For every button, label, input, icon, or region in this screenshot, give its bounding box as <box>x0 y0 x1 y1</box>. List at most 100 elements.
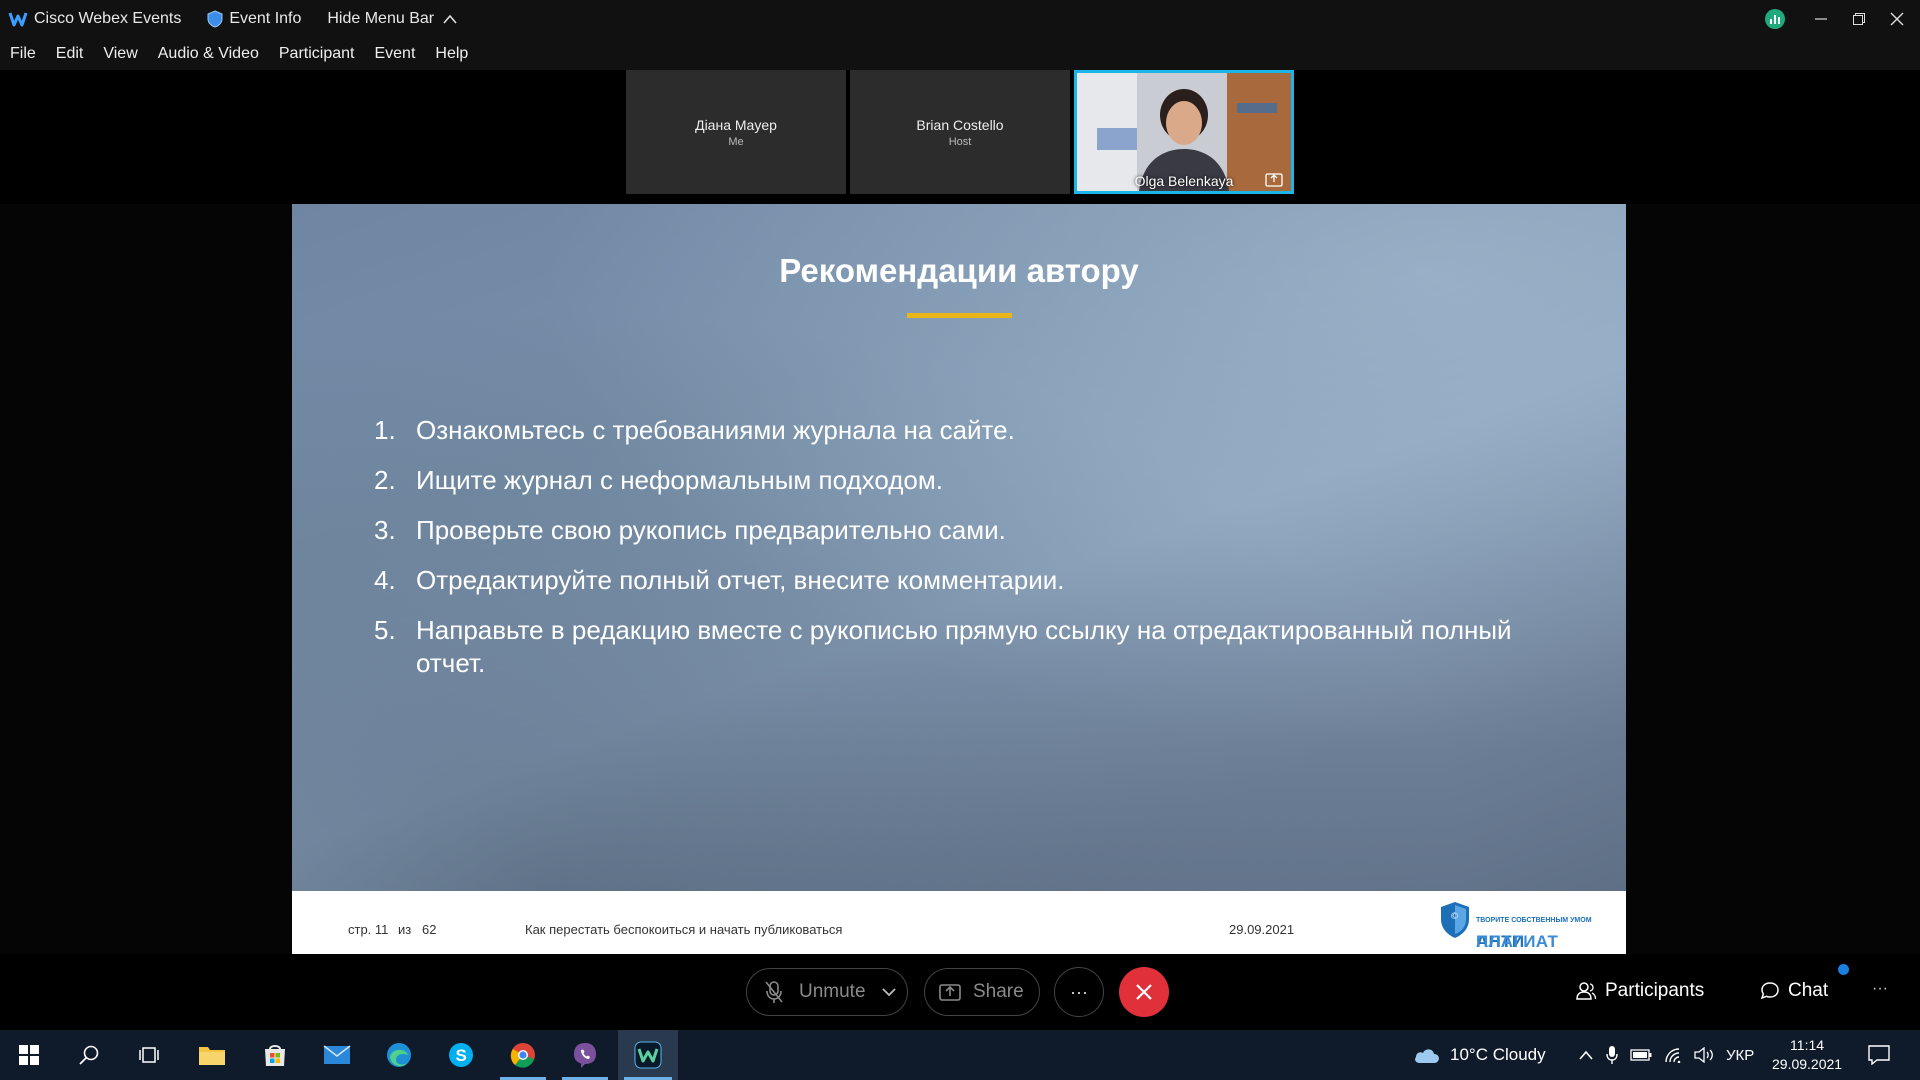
list-item: 4. Отредактируйте полный отчет, внесите к… <box>374 564 1534 597</box>
menu-edit[interactable]: Edit <box>56 45 84 63</box>
video-tile-active-speaker[interactable]: Olga Belenkaya <box>1074 70 1294 194</box>
webex-taskbar-button[interactable] <box>618 1030 678 1080</box>
activity-indicator-icon <box>1756 0 1794 38</box>
participants-panel-button[interactable]: Participants <box>1575 980 1704 1002</box>
event-info-button[interactable]: Event Info <box>207 10 301 28</box>
overflow-menu-button[interactable]: ··· <box>1872 980 1888 998</box>
list-number: 5. <box>374 615 396 645</box>
close-icon <box>1136 984 1152 1000</box>
viber-icon <box>574 1043 596 1068</box>
list-text: Отредактируйте полный отчет, внесите ком… <box>416 565 1065 595</box>
chat-unread-dot <box>1838 964 1849 975</box>
list-text: Проверьте свою рукопись предварительно с… <box>416 515 1006 545</box>
chevron-up-icon[interactable] <box>1578 1049 1594 1061</box>
page-total: 62 <box>422 922 437 937</box>
participant-role: Host <box>948 135 972 148</box>
battery-icon[interactable] <box>1630 1048 1652 1062</box>
microphone-muted-icon <box>765 981 783 1003</box>
notification-icon <box>1868 1045 1890 1065</box>
participant-role: Me <box>728 135 744 148</box>
mail-button[interactable] <box>308 1030 366 1080</box>
start-button[interactable] <box>0 1030 58 1080</box>
wifi-icon[interactable] <box>1664 1047 1684 1063</box>
share-button[interactable]: Share <box>924 968 1040 1016</box>
list-number: 2. <box>374 465 396 495</box>
close-button[interactable] <box>1878 0 1916 38</box>
page-label: стр. 11 <box>348 922 389 937</box>
shield-icon <box>207 10 223 28</box>
video-tile-me[interactable]: Діана Mayep Me <box>626 70 846 194</box>
menu-file[interactable]: File <box>10 45 36 63</box>
clock-date: 29.09.2021 <box>1772 1056 1843 1072</box>
leave-meeting-button[interactable] <box>1119 967 1169 1017</box>
chevron-down-icon[interactable] <box>881 987 896 997</box>
list-text: Направьте в редакцию вместе с рукописью … <box>416 615 1512 678</box>
clock[interactable]: 11:14 29.09.2021 <box>1772 1030 1842 1080</box>
video-tile-host[interactable]: Brian Costello Host <box>850 70 1070 194</box>
skype-button[interactable]: S <box>432 1030 490 1080</box>
menu-participant[interactable]: Participant <box>279 45 355 63</box>
menu-event[interactable]: Event <box>374 45 415 63</box>
file-explorer-button[interactable] <box>183 1030 241 1080</box>
minimize-button[interactable] <box>1802 0 1840 38</box>
slide-list: 1. Ознакомьтесь с требованиями журнала на… <box>374 414 1534 697</box>
notifications-button[interactable] <box>1868 1030 1890 1080</box>
hide-menu-bar-button[interactable]: Hide Menu Bar <box>327 10 464 28</box>
weather-widget[interactable]: 10°C Cloudy <box>1412 1030 1546 1080</box>
participants-label: Participants <box>1605 980 1705 1001</box>
microphone-icon[interactable] <box>1606 1045 1618 1065</box>
share-screen-icon <box>1265 173 1283 187</box>
volume-icon[interactable] <box>1694 1047 1714 1063</box>
weather-text: 10°C Cloudy <box>1450 1045 1546 1064</box>
microsoft-store-button[interactable] <box>246 1030 304 1080</box>
unmute-button[interactable]: Unmute <box>746 968 908 1016</box>
window-controls <box>1756 0 1920 38</box>
title-bar: Cisco Webex Events Event Info Hide Menu … <box>0 0 1920 38</box>
shared-content-stage: Рекомендации автору 1. Ознакомьтесь с тре… <box>0 204 1920 954</box>
search-icon <box>79 1045 99 1065</box>
meeting-controls: Unmute Share ··· Participants Chat ··· <box>0 954 1920 1030</box>
app-name: Cisco Webex Events <box>34 10 182 27</box>
edge-browser-button[interactable] <box>370 1030 428 1080</box>
menu-help[interactable]: Help <box>435 45 468 63</box>
svg-text:S: S <box>456 1046 467 1065</box>
participant-name: Brian Costello <box>916 116 1004 133</box>
list-number: 3. <box>374 515 396 545</box>
windows-logo-icon <box>19 1045 39 1065</box>
participant-name: Olga Belenkaya <box>1134 173 1234 189</box>
chat-label: Chat <box>1788 980 1829 1001</box>
chrome-button[interactable] <box>494 1030 552 1080</box>
clock-time: 11:14 <box>1790 1037 1825 1053</box>
menu-audio-video[interactable]: Audio & Video <box>158 45 259 63</box>
more-options-label: ··· <box>1070 981 1088 1002</box>
viber-button[interactable] <box>556 1030 614 1080</box>
restore-button[interactable] <box>1840 0 1878 38</box>
video-strip: Діана Mayep Me Brian Costello Host Olga … <box>0 70 1920 204</box>
list-item: 2. Ищите журнал с неформальным подходом. <box>374 464 1534 497</box>
list-text: Ищите журнал с неформальным подходом. <box>416 465 943 495</box>
cloud-icon <box>1415 1049 1439 1063</box>
more-options-button[interactable]: ··· <box>1054 967 1104 1017</box>
list-text: Ознакомьтесь с требованиями журнала на с… <box>416 415 1015 445</box>
list-item: 1. Ознакомьтесь с требованиями журнала на… <box>374 414 1534 447</box>
app-title: Cisco Webex Events <box>8 10 181 28</box>
store-icon <box>265 1045 285 1066</box>
participant-name: Діана Mayep <box>695 116 777 133</box>
task-view-button[interactable] <box>120 1030 178 1080</box>
mail-icon <box>323 1045 351 1064</box>
input-language[interactable]: УКР <box>1726 1047 1754 1064</box>
chrome-icon <box>510 1043 535 1068</box>
page-of-label: из <box>398 922 412 937</box>
close-icon <box>1890 12 1904 26</box>
menu-view[interactable]: View <box>103 45 137 63</box>
edge-icon <box>387 1043 411 1067</box>
menu-bar: File Edit View Audio & Video Participant… <box>0 38 1920 70</box>
chat-icon <box>1760 982 1779 1000</box>
search-button[interactable] <box>60 1030 118 1080</box>
event-info-label: Event Info <box>229 10 302 27</box>
chat-panel-button[interactable]: Chat <box>1760 964 1849 1002</box>
windows-taskbar: S 10°C Cloudy УКР 11:14 29.09.2021 <box>0 1030 1920 1080</box>
minimize-icon <box>1815 18 1827 20</box>
folder-icon <box>199 1047 225 1065</box>
list-number: 1. <box>374 415 396 445</box>
